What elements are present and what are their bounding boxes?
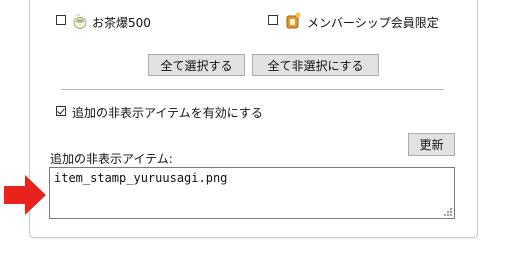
hidden-items-textarea[interactable] — [49, 167, 455, 219]
deselect-all-button[interactable]: 全て非選択にする — [252, 54, 379, 76]
tea-cup-icon — [73, 14, 87, 29]
update-button[interactable]: 更新 — [408, 133, 455, 156]
item-checkbox-membership[interactable] — [268, 15, 278, 25]
item-label-membership: メンバーシップ会員限定 — [307, 16, 439, 30]
enable-hidden-items-checkbox[interactable] — [56, 106, 66, 116]
divider — [61, 89, 444, 90]
select-all-button[interactable]: 全て選択する — [148, 54, 245, 76]
item-checkbox-ochabaku[interactable] — [56, 15, 66, 25]
item-label-ochabaku: お茶爆500 — [92, 16, 151, 30]
red-arrow-icon — [4, 175, 46, 215]
resize-grip-icon[interactable] — [443, 207, 453, 217]
enable-hidden-items-label: 追加の非表示アイテムを有効にする — [72, 106, 263, 120]
hidden-items-label: 追加の非表示アイテム: — [50, 152, 173, 166]
membership-badge-icon — [286, 12, 301, 29]
